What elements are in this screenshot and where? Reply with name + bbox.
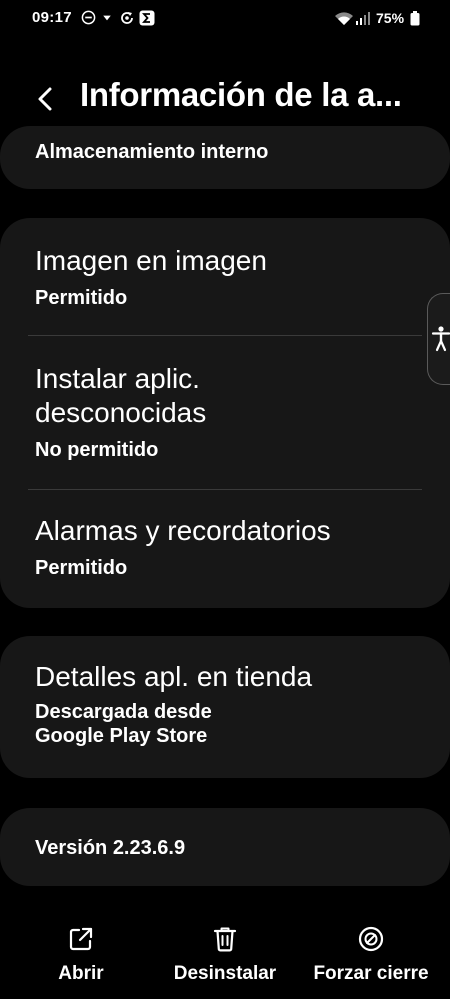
cell-signal-icon [356,12,370,25]
permission-value: Permitido [35,557,128,579]
sigma-app-icon [139,10,155,26]
permission-title: Imagen en imagen [35,245,267,276]
permission-row-alarms[interactable]: Alarmas y recordatorios Permitido [35,514,420,580]
accessibility-person-icon [431,326,450,352]
uninstall-button[interactable]: Desinstalar [160,915,290,995]
storage-card: Almacenamiento interno [0,126,450,189]
version-card: Versión 2.23.6.9 [0,808,450,886]
permissions-card: Imagen en imagen Permitido Instalar apli… [0,218,450,608]
chevron-left-icon [38,87,52,111]
permission-row-unknown-apps[interactable]: Instalar aplic. desconocidas No permitid… [35,362,335,462]
back-button[interactable] [26,79,66,119]
permission-title: Alarmas y recordatorios [35,515,331,546]
permission-row-pip[interactable]: Imagen en imagen Permitido [35,244,420,310]
permission-value: Permitido [35,287,128,309]
accessibility-handle[interactable] [427,293,450,385]
version-row: Versión 2.23.6.9 [35,836,420,860]
force-stop-label: Forzar cierre [313,963,429,984]
app-info-screen: 09:17 75% Información de la a... Almacen… [0,0,450,999]
store-details-subtitle: Descargada desde Google Play Store [35,701,212,747]
bottom-action-bar: Abrir Desinstalar Forzar cierre [0,915,450,999]
uninstall-label: Desinstalar [173,963,277,984]
version-label: Versión 2.23.6.9 [35,837,186,859]
storage-label: Almacenamiento interno [35,141,269,163]
battery-percent: 75% [376,10,405,26]
permission-title: Instalar aplic. desconocidas [35,363,207,428]
sync-icon [121,12,133,24]
force-stop-button[interactable]: Forzar cierre [300,915,442,995]
do-not-disturb-icon [81,10,96,25]
download-arrow-icon [103,15,111,21]
force-stop-icon [358,926,384,952]
store-details-row[interactable]: Detalles apl. en tienda Descargada desde… [35,660,313,748]
wifi-icon [335,12,353,25]
divider [28,489,422,490]
app-header: Información de la a... [0,66,450,132]
store-details-card: Detalles apl. en tienda Descargada desde… [0,636,450,778]
storage-row[interactable]: Almacenamiento interno [35,140,420,164]
open-external-icon [69,927,93,951]
divider [28,335,422,336]
status-time: 09:17 [32,9,72,26]
permission-value: No permitido [35,439,159,461]
battery-icon [410,11,420,26]
trash-icon [213,927,237,952]
store-details-title: Detalles apl. en tienda [35,661,313,692]
open-button[interactable]: Abrir [36,915,126,995]
open-label: Abrir [58,963,104,984]
status-bar: 09:17 75% [0,0,450,38]
page-title: Información de la a... [80,76,402,113]
